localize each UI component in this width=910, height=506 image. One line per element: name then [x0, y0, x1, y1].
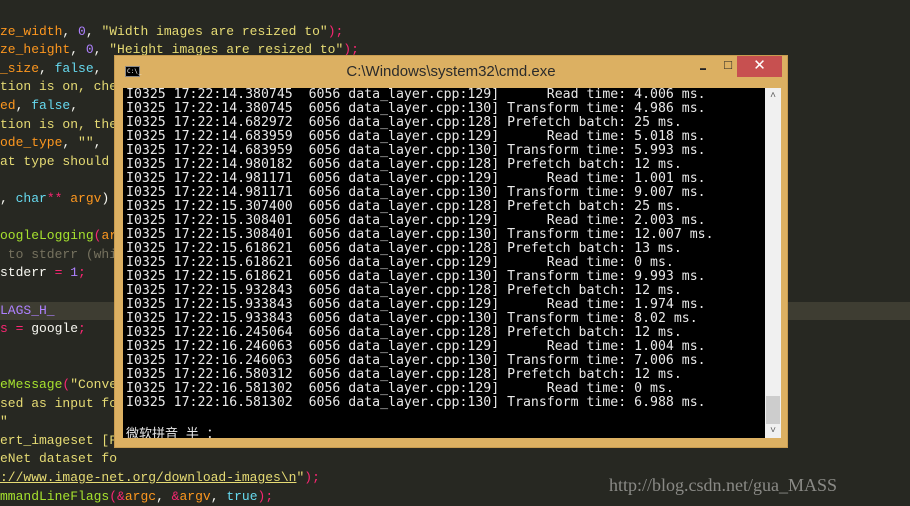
- code-token: ,: [210, 488, 227, 504]
- console-line: I0325 17:22:14.380745 6056 data_layer.cp…: [126, 101, 706, 116]
- code-token: ;: [78, 265, 86, 281]
- code-token: "": [78, 135, 94, 151]
- vertical-scrollbar[interactable]: ˄ ˅: [765, 88, 781, 438]
- code-token: 1: [70, 265, 79, 281]
- code-token: 0: [78, 23, 86, 39]
- cmd-window[interactable]: C:\_ C:\Windows\system32\cmd.exe ▬ □ ✕ I…: [114, 55, 788, 448]
- code-token: );: [327, 23, 344, 39]
- code-token: &: [117, 488, 125, 504]
- console-line: I0325 17:22:16.581302 6056 data_layer.cp…: [126, 381, 674, 396]
- code-token: ,: [62, 135, 79, 151]
- code-token: "Conve: [70, 377, 118, 392]
- console-line: I0325 17:22:15.932843 6056 data_layer.cp…: [126, 283, 682, 298]
- code-token: eNet dataset fo: [0, 451, 118, 467]
- code-line: ze_width, 0, "Width images are resized t…: [0, 23, 910, 42]
- console-line: I0325 17:22:15.933843 6056 data_layer.cp…: [126, 297, 706, 312]
- code-token: "Width images are resized to": [101, 23, 328, 39]
- minimize-icon: ▬: [700, 66, 706, 72]
- console-line: I0325 17:22:14.981171 6056 data_layer.cp…: [126, 171, 706, 186]
- console-line: I0325 17:22:15.307400 6056 data_layer.cp…: [126, 199, 682, 214]
- console-line: I0325 17:22:14.682972 6056 data_layer.cp…: [126, 115, 682, 130]
- console-line: I0325 17:22:14.980182 6056 data_layer.cp…: [126, 157, 682, 172]
- scroll-thumb[interactable]: [766, 396, 780, 424]
- code-token: true: [226, 488, 258, 504]
- code-token: false: [54, 60, 94, 76]
- console-line: I0325 17:22:14.981171 6056 data_layer.cp…: [126, 185, 706, 200]
- code-token: ,: [70, 98, 79, 113]
- code-token: ,: [62, 23, 79, 39]
- close-button[interactable]: ✕: [737, 56, 782, 77]
- code-token: ode_type: [0, 135, 63, 151]
- code-token: oogleLogging: [0, 228, 94, 244]
- code-token: ,: [15, 98, 32, 113]
- title-bar[interactable]: C:\_ C:\Windows\system32\cmd.exe ▬ □ ✕: [115, 56, 787, 87]
- console-line: I0325 17:22:16.245064 6056 data_layer.cp…: [126, 325, 682, 340]
- code-token: _size: [0, 60, 40, 76]
- console-line: I0325 17:22:15.618621 6056 data_layer.cp…: [126, 255, 674, 270]
- console-line: I0325 17:22:15.933843 6056 data_layer.cp…: [126, 311, 698, 326]
- minimize-button[interactable]: ▬: [690, 58, 716, 79]
- code-token: ,: [70, 42, 86, 58]
- code-token: false: [31, 98, 71, 113]
- code-token: sed as input fo: [0, 395, 118, 411]
- console-output[interactable]: I0325 17:22:14.380745 6056 data_layer.cp…: [123, 88, 765, 438]
- code-token: argc: [124, 488, 157, 504]
- code-token: ze_width: [0, 23, 63, 39]
- console-line: I0325 17:22:16.581302 6056 data_layer.cp…: [126, 395, 706, 410]
- code-token: ,: [0, 191, 16, 206]
- code-line: eNet dataset fo: [0, 450, 910, 469]
- code-token: argv: [62, 191, 102, 206]
- console-line: I0325 17:22:16.246063 6056 data_layer.cp…: [126, 339, 706, 354]
- code-token: ,: [85, 23, 102, 39]
- code-token: ert_imageset [F: [0, 432, 118, 448]
- code-token: mmandLineFlags: [0, 488, 110, 504]
- console-line: I0325 17:22:15.308401 6056 data_layer.cp…: [126, 213, 706, 228]
- code-token: (: [109, 488, 118, 504]
- code-token: 0: [85, 42, 94, 58]
- ime-status: 微软拼音 半 ：: [126, 427, 220, 438]
- code-token: tion is on, che: [0, 79, 118, 95]
- console-line: I0325 17:22:14.683959 6056 data_layer.cp…: [126, 143, 706, 158]
- code-token: at type should: [0, 153, 110, 169]
- console-line: I0325 17:22:15.618621 6056 data_layer.cp…: [126, 241, 682, 256]
- code-token: ze_height: [0, 42, 71, 58]
- code-token: stderr: [0, 265, 55, 281]
- code-token: ,: [93, 42, 110, 58]
- code-token: **: [46, 191, 63, 206]
- code-token: tion is on, the: [0, 116, 118, 132]
- console-line: I0325 17:22:16.246063 6056 data_layer.cp…: [126, 353, 706, 368]
- code-token: ": [0, 414, 8, 430]
- code-token: ): [101, 191, 110, 206]
- code-token: eMessage: [0, 377, 63, 392]
- console-line: I0325 17:22:15.308401 6056 data_layer.cp…: [126, 227, 714, 242]
- code-token: );: [257, 488, 274, 504]
- code-token: );: [304, 470, 320, 485]
- code-token: to stderr (whi: [0, 246, 118, 262]
- code-token: google: [23, 321, 79, 337]
- scroll-up-icon[interactable]: ˄: [765, 88, 781, 104]
- console-line: I0325 17:22:16.580312 6056 data_layer.cp…: [126, 367, 682, 382]
- code-token: argv: [179, 488, 211, 504]
- code-token: ://www.image-net.org/download-images\n: [0, 470, 297, 485]
- scroll-down-icon[interactable]: ˅: [765, 424, 781, 438]
- watermark: http://blog.csdn.net/gua_MASS: [609, 475, 838, 495]
- code-token: ,: [156, 488, 172, 504]
- console-line: I0325 17:22:14.380745 6056 data_layer.cp…: [126, 88, 706, 102]
- code-token: ;: [78, 321, 86, 337]
- code-token: ,: [39, 60, 55, 76]
- code-token: ,: [93, 60, 102, 76]
- console-line: I0325 17:22:15.618621 6056 data_layer.cp…: [126, 269, 706, 284]
- code-token: s: [0, 321, 16, 337]
- console-line: I0325 17:22:14.683959 6056 data_layer.cp…: [126, 129, 706, 144]
- code-token: LAGS_H_: [0, 302, 55, 318]
- code-token: ,: [93, 135, 102, 151]
- code-token: char: [15, 191, 47, 206]
- code-token: ed: [0, 98, 16, 113]
- window-title: C:\Windows\system32\cmd.exe: [346, 63, 556, 80]
